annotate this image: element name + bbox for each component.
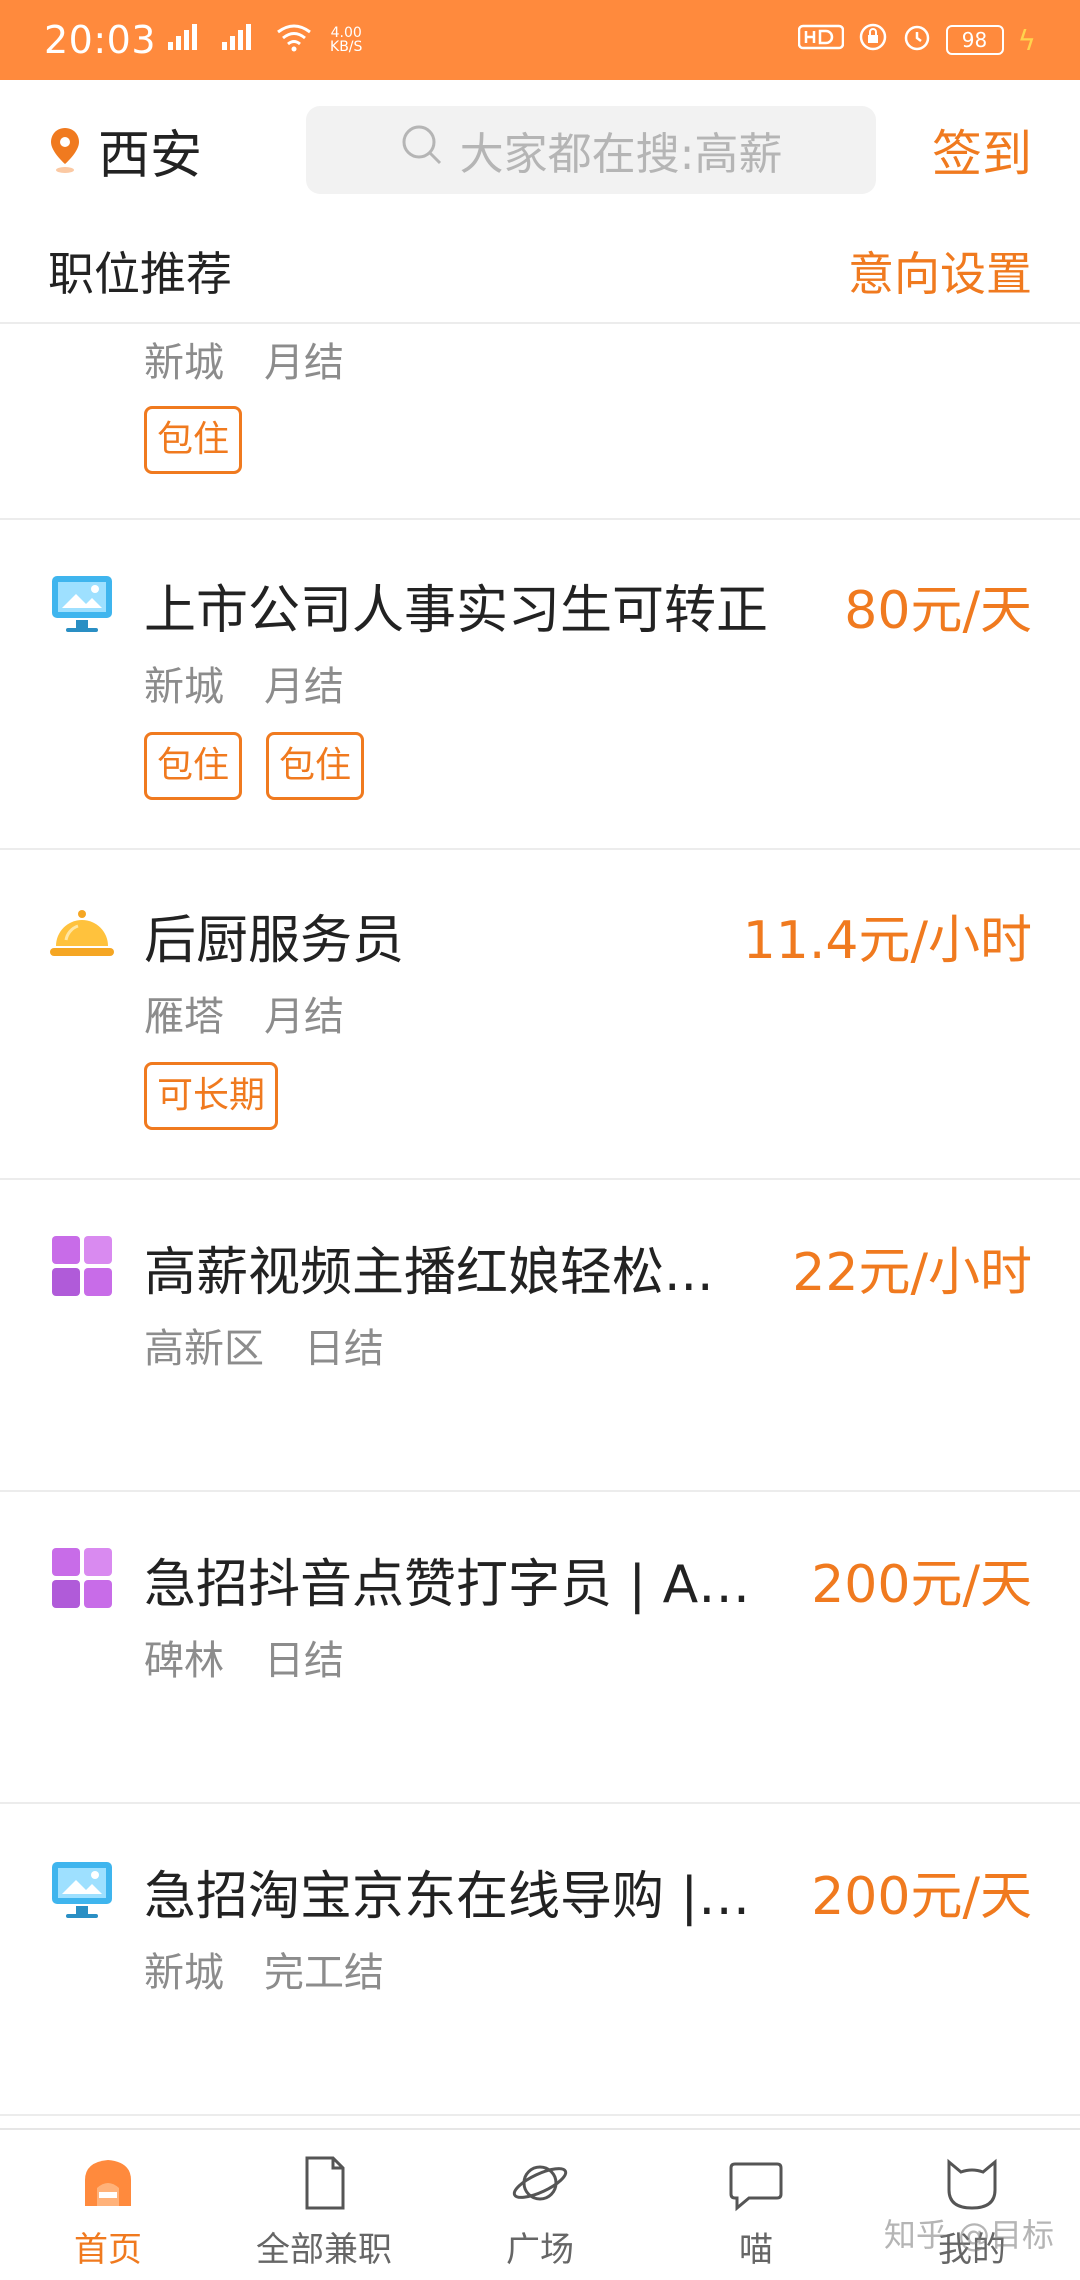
watermark: 知乎 @目标 — [883, 2216, 1054, 2254]
planet-icon — [509, 2152, 571, 2214]
bottom-tab-bar: 首页 全部兼职 广场 喵 我的 — [0, 2128, 1080, 2280]
job-title: 高薪视频主播红娘轻松... — [144, 1243, 714, 1303]
job-meta: 新城 月结 — [144, 654, 344, 712]
job-list: 新城 月结 包住 上市公司人事实习生可转正 80元/天 新城 月结 包住 包住 — [0, 326, 1080, 2116]
monitor-icon — [48, 570, 116, 638]
job-pay: 200元/天 — [811, 1555, 1032, 1615]
job-pay: 200元/天 — [811, 1867, 1032, 1927]
job-district: 新城 — [144, 340, 224, 386]
recommend-header: 职位推荐 意向设置 — [0, 220, 1080, 324]
cloche-icon — [48, 900, 116, 968]
job-district: 碑林 — [144, 1638, 224, 1684]
job-tags: 包住 包住 — [144, 732, 365, 800]
status-left: 20:03 4.00 KB/S — [44, 18, 362, 62]
lock-rotation-icon — [858, 22, 888, 59]
job-pay: 80元/天 — [844, 581, 1032, 641]
search-bar[interactable]: 大家都在搜:高薪 — [306, 106, 876, 194]
job-title: 后厨服务员 — [144, 911, 405, 971]
status-right: 98 ϟ — [797, 22, 1036, 59]
job-meta: 新城 完工结 — [144, 1940, 384, 1998]
home-icon — [77, 2152, 139, 2214]
signal-icon-2 — [220, 20, 264, 61]
tab-home[interactable]: 首页 — [0, 2152, 216, 2271]
job-settlement: 日结 — [264, 1638, 344, 1684]
job-title: 上市公司人事实习生可转正 — [144, 581, 769, 641]
job-card[interactable]: 后厨服务员 11.4元/小时 雁塔 月结 可长期 — [0, 850, 1080, 1180]
job-meta: 雁塔 月结 — [144, 984, 344, 1042]
location-pin-icon — [48, 126, 82, 174]
hd-icon — [797, 22, 844, 59]
job-tag: 包住 — [144, 406, 243, 474]
tab-label: 喵 — [739, 2230, 773, 2270]
tab-label: 首页 — [74, 2230, 142, 2270]
job-tag: 包住 — [266, 732, 365, 800]
job-tags: 可长期 — [144, 1062, 279, 1130]
job-card[interactable]: 上市公司人事实习生可转正 80元/天 新城 月结 包住 包住 — [0, 520, 1080, 850]
signal-icon — [166, 20, 210, 61]
tab-label: 全部兼职 — [256, 2230, 392, 2270]
job-meta: 高新区 日结 — [144, 1316, 384, 1374]
job-tag: 可长期 — [144, 1062, 279, 1130]
search-placeholder: 大家都在搜:高薪 — [459, 129, 783, 180]
job-settlement: 月结 — [264, 340, 344, 386]
alarm-icon — [902, 22, 932, 59]
tab-meow[interactable]: 喵 — [648, 2152, 864, 2271]
job-settlement: 月结 — [264, 994, 344, 1040]
search-icon — [400, 123, 444, 178]
job-meta: 新城 月结 — [144, 330, 344, 388]
chat-bubble-icon — [725, 2152, 787, 2214]
wifi-icon — [274, 20, 314, 61]
job-pay: 11.4元/小时 — [742, 911, 1032, 971]
job-tags: 包住 — [144, 406, 243, 474]
app-screen: 20:03 4.00 KB/S 98 ϟ 西安 大家都在搜:高薪 签到 职位推荐… — [0, 0, 1080, 2280]
job-district: 新城 — [144, 664, 224, 710]
job-card[interactable]: 急招抖音点赞打字员 | AP... 200元/天 碑林 日结 — [0, 1492, 1080, 1804]
cat-icon — [941, 2152, 1003, 2214]
battery-icon: 98 — [945, 25, 1004, 55]
job-title: 急招淘宝京东在线导购 | ... — [144, 1867, 764, 1927]
document-icon — [293, 2152, 355, 2214]
job-settlement: 完工结 — [264, 1950, 384, 1996]
network-speed-unit: KB/S — [330, 39, 363, 55]
network-speed: 4.00 KB/S — [330, 26, 362, 54]
job-district: 雁塔 — [144, 994, 224, 1040]
tab-square[interactable]: 广场 — [432, 2152, 648, 2271]
charging-icon: ϟ — [1017, 23, 1036, 57]
grid-icon — [48, 1232, 116, 1300]
job-meta: 碑林 日结 — [144, 1628, 344, 1686]
job-title: 急招抖音点赞打字员 | AP... — [144, 1555, 764, 1615]
top-header: 西安 大家都在搜:高薪 签到 — [0, 80, 1080, 220]
city-name: 西安 — [98, 125, 203, 186]
monitor-icon — [48, 1856, 116, 1924]
job-tag: 包住 — [144, 732, 243, 800]
job-settlement: 日结 — [304, 1326, 384, 1372]
section-title: 职位推荐 — [48, 247, 232, 301]
job-pay: 22元/小时 — [792, 1243, 1032, 1303]
tab-label: 广场 — [506, 2230, 574, 2270]
job-card[interactable]: 高薪视频主播红娘轻松... 22元/小时 高新区 日结 — [0, 1180, 1080, 1492]
job-district: 新城 — [144, 1950, 224, 1996]
status-bar: 20:03 4.00 KB/S 98 ϟ — [0, 0, 1080, 80]
job-card[interactable]: 新城 月结 包住 — [0, 326, 1080, 520]
job-settlement: 月结 — [264, 664, 344, 710]
preference-settings-button[interactable]: 意向设置 — [848, 238, 1032, 304]
signin-button[interactable]: 签到 — [932, 114, 1032, 186]
grid-icon — [48, 1544, 116, 1612]
job-card[interactable]: 急招淘宝京东在线导购 | ... 200元/天 新城 完工结 — [0, 1804, 1080, 2116]
location-selector[interactable]: 西安 — [48, 113, 264, 188]
status-time: 20:03 — [44, 18, 157, 62]
job-district: 高新区 — [144, 1326, 264, 1372]
tab-all-jobs[interactable]: 全部兼职 — [216, 2152, 432, 2271]
